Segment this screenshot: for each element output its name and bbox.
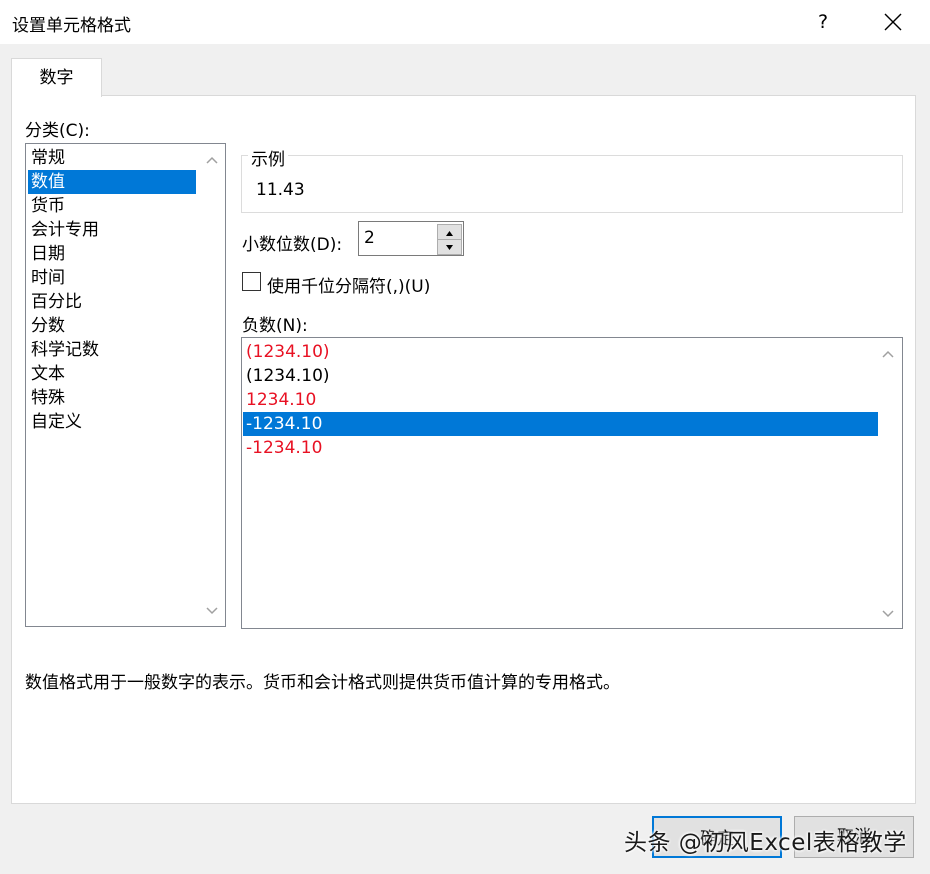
category-list[interactable]: 常规 数值 货币 会计专用 日期 时间 百分比 分数 科学记数 文本 特殊 自定…: [25, 143, 226, 627]
format-description: 数值格式用于一般数字的表示。货币和会计格式则提供货币值计算的专用格式。: [25, 673, 620, 693]
negative-format-item[interactable]: (1234.10): [243, 340, 878, 364]
help-button[interactable]: ?: [806, 6, 840, 38]
triangle-up-icon: [446, 231, 453, 236]
sample-value: 11.43: [256, 180, 305, 200]
close-button[interactable]: [874, 6, 912, 38]
category-item-time[interactable]: 时间: [28, 266, 196, 290]
triangle-down-icon: [446, 245, 453, 250]
watermark: 头条 @初风Excel表格教学: [624, 830, 907, 856]
tab-number[interactable]: 数字: [11, 58, 102, 97]
category-item-currency[interactable]: 货币: [28, 194, 196, 218]
sample-legend: 示例: [248, 145, 288, 170]
decimal-places-stepper[interactable]: 2: [358, 221, 464, 256]
category-item-percentage[interactable]: 百分比: [28, 290, 196, 314]
chevron-up-icon[interactable]: [204, 152, 220, 168]
negative-format-item[interactable]: (1234.10): [243, 364, 878, 388]
chevron-down-icon[interactable]: [204, 603, 220, 619]
chevron-up-icon[interactable]: [880, 346, 896, 362]
category-item-fraction[interactable]: 分数: [28, 314, 196, 338]
decrement-button[interactable]: [437, 239, 462, 255]
increment-button[interactable]: [437, 224, 462, 240]
category-item-date[interactable]: 日期: [28, 242, 196, 266]
category-item-number[interactable]: 数值: [28, 170, 196, 194]
category-item-accounting[interactable]: 会计专用: [28, 218, 196, 242]
close-icon: [884, 13, 902, 31]
title-bar: 设置单元格格式 ?: [0, 0, 930, 44]
category-item-special[interactable]: 特殊: [28, 386, 196, 410]
dialog-title: 设置单元格格式: [12, 16, 131, 36]
negative-format-item-selected[interactable]: -1234.10: [243, 412, 878, 436]
sample-group: [241, 155, 903, 213]
category-item-general[interactable]: 常规: [28, 146, 196, 170]
decimal-places-value[interactable]: 2: [364, 228, 375, 248]
decimal-places-label: 小数位数(D):: [242, 235, 343, 255]
chevron-down-icon[interactable]: [880, 606, 896, 622]
category-item-scientific[interactable]: 科学记数: [28, 338, 196, 362]
category-item-text[interactable]: 文本: [28, 362, 196, 386]
negative-format-item[interactable]: 1234.10: [243, 388, 878, 412]
thousands-separator-label[interactable]: 使用千位分隔符(,)(U): [267, 272, 430, 297]
thousands-separator-checkbox[interactable]: [242, 272, 261, 291]
negative-format-item[interactable]: -1234.10: [243, 436, 878, 460]
negative-numbers-label: 负数(N):: [242, 316, 308, 336]
category-label: 分类(C):: [25, 121, 90, 141]
category-item-custom[interactable]: 自定义: [28, 410, 196, 434]
